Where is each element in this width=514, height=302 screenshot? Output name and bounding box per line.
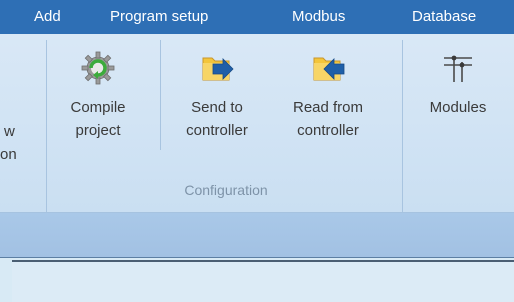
group-label-configuration: Configuration	[184, 182, 268, 198]
read-label-line2: controller	[297, 122, 359, 139]
button-separator	[160, 40, 161, 150]
send-label-line2: controller	[186, 122, 248, 139]
menu-add[interactable]: Add	[34, 0, 61, 34]
modules-icon	[444, 55, 472, 82]
partial-button-label-bottom[interactable]: on	[0, 143, 17, 166]
content-area	[12, 260, 514, 302]
compile-label-line2: project	[75, 122, 121, 139]
group-separator	[402, 40, 403, 212]
menu-modbus[interactable]: Modbus	[292, 0, 345, 34]
partial-button-label-top[interactable]: w	[4, 120, 15, 143]
content-left-edge	[0, 258, 12, 300]
menu-program-setup[interactable]: Program setup	[110, 0, 208, 34]
group-separator	[46, 40, 47, 212]
send-label-line1: Send to	[191, 99, 243, 116]
menu-bar: Add Program setup Modbus Database	[0, 0, 514, 34]
folder-arrow-left-icon	[313, 57, 345, 81]
read-from-controller-button[interactable]: Read from controller	[276, 34, 380, 184]
toolbar-strip	[0, 213, 514, 258]
send-to-controller-button[interactable]: Send to controller	[166, 34, 268, 184]
compile-project-button[interactable]: Compile project	[56, 34, 140, 184]
modules-label: Modules	[429, 99, 487, 116]
modules-button[interactable]: Modules	[410, 34, 506, 184]
folder-arrow-right-icon	[202, 57, 234, 81]
read-label-line1: Read from	[292, 99, 364, 116]
compile-label-line1: Compile	[70, 99, 126, 116]
ribbon-panel: w on Compile project Send to controller …	[0, 34, 514, 213]
gear-compile-icon	[81, 51, 115, 85]
menu-database[interactable]: Database	[412, 0, 476, 34]
